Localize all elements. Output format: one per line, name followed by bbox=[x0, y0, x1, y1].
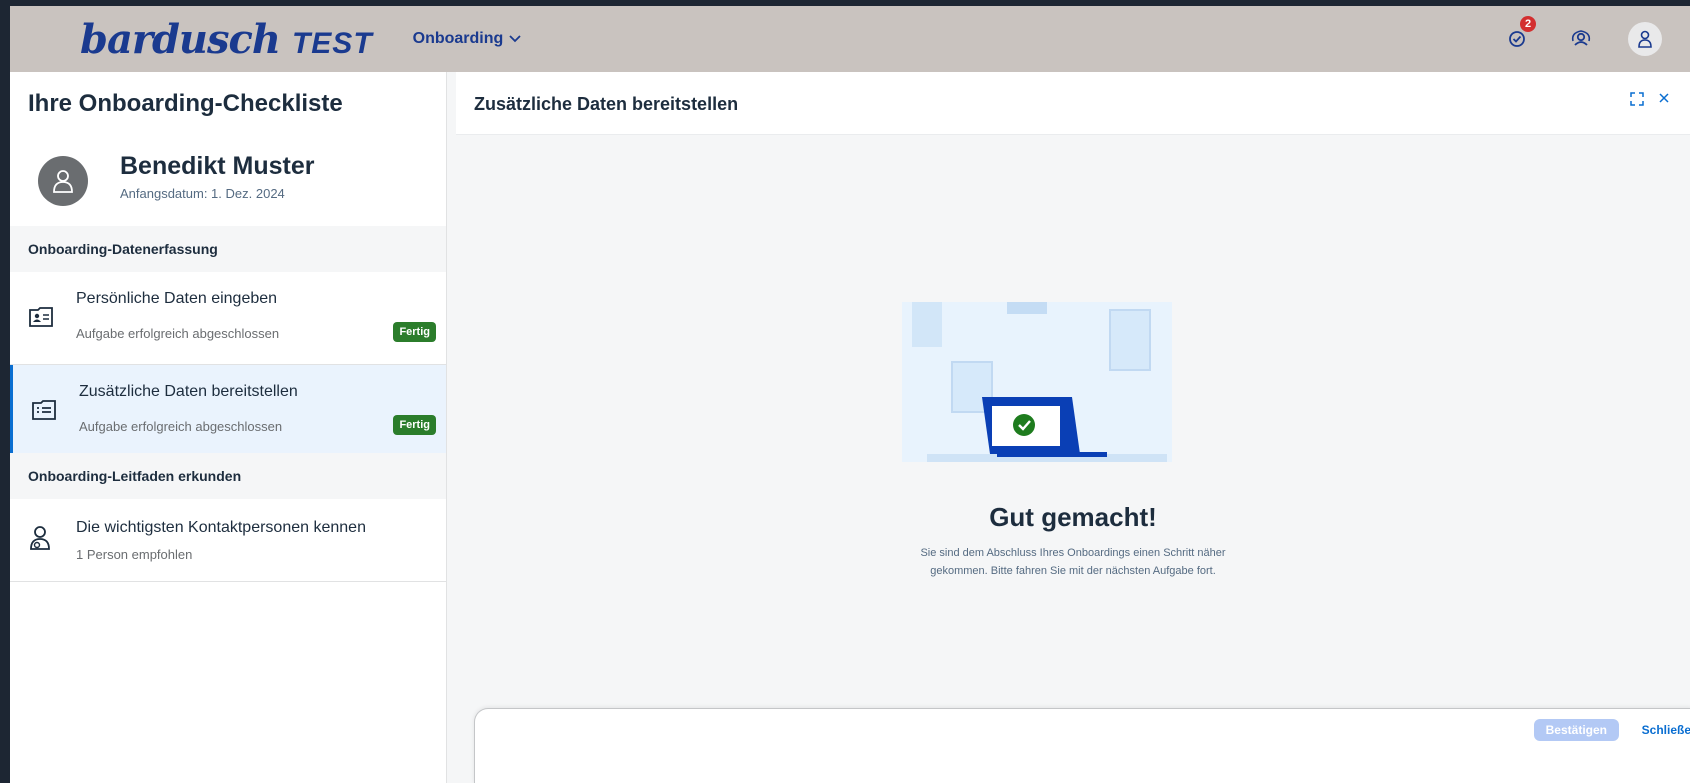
onboarding-menu-button[interactable]: Onboarding bbox=[413, 30, 522, 48]
task-check-icon bbox=[1509, 31, 1525, 47]
success-message-line: Sie sind dem Abschluss Ihres Onboardings… bbox=[920, 547, 1226, 559]
success-illustration bbox=[902, 302, 1172, 462]
detail-title: Zusätzliche Daten bereitstellen bbox=[474, 94, 739, 114]
checklist-panel: Ihre Onboarding-Checkliste Benedikt Must… bbox=[10, 72, 447, 783]
detail-header-actions bbox=[1630, 92, 1670, 106]
help-button[interactable] bbox=[1564, 22, 1598, 56]
checklist-item-title: Persönliche Daten eingeben bbox=[76, 290, 278, 307]
detail-header: Zusätzliche Daten bereitstellen bbox=[456, 72, 1690, 135]
shell-actions: 2 bbox=[1500, 16, 1662, 56]
profile-avatar bbox=[38, 156, 88, 206]
checklist-item-title: Zusätzliche Daten bereitstellen bbox=[79, 383, 298, 400]
checklist-item-subtitle: Aufgabe erfolgreich abgeschlossen bbox=[76, 326, 280, 341]
close-icon[interactable] bbox=[1658, 92, 1670, 104]
checklist-item-subtitle: 1 Person empfohlen bbox=[76, 547, 193, 562]
status-badge: Fertig bbox=[393, 415, 436, 435]
user-icon bbox=[1638, 30, 1652, 48]
logo-environment: TEST bbox=[291, 26, 373, 60]
confirm-button[interactable]: Bestätigen bbox=[1533, 719, 1619, 741]
success-message-line: gekommen. Bitte fahren Sie mit der nächs… bbox=[930, 565, 1216, 577]
section-label: Onboarding-Leitfaden erkunden bbox=[28, 468, 242, 484]
section-header-data-collection: Onboarding-Datenerfassung bbox=[10, 226, 446, 273]
logo-wordmark: bardusch bbox=[80, 15, 281, 63]
checklist-item-subtitle: Aufgabe erfolgreich abgeschlossen bbox=[79, 419, 283, 434]
checklist-item-contacts[interactable]: Die wichtigsten Kontaktpersonen kennen 1… bbox=[10, 499, 446, 582]
checklist-item-title: Die wichtigsten Kontaktpersonen kennen bbox=[76, 519, 366, 536]
chevron-down-icon bbox=[509, 35, 521, 43]
notification-badge: 2 bbox=[1520, 16, 1536, 32]
folder-list-icon bbox=[32, 400, 56, 420]
contact-card-icon bbox=[29, 307, 53, 327]
success-message: Sie sind dem Abschluss Ihres Onboardings… bbox=[456, 544, 1690, 580]
section-header-guide: Onboarding-Leitfaden erkunden bbox=[10, 453, 446, 500]
contact-person-icon bbox=[30, 526, 50, 550]
checklist-title: Ihre Onboarding-Checkliste bbox=[28, 90, 343, 117]
user-avatar-button[interactable] bbox=[1628, 22, 1662, 56]
app-frame: bardusch TEST Onboarding 2 Ihre Onboardi… bbox=[10, 6, 1690, 783]
success-heading: Gut gemacht! bbox=[989, 502, 1157, 532]
company-logo[interactable]: bardusch TEST bbox=[80, 16, 373, 63]
tasks-button[interactable]: 2 bbox=[1500, 16, 1536, 56]
chat-person-icon bbox=[1571, 30, 1591, 46]
detail-panel: Zusätzliche Daten bereitstellen Gut gema… bbox=[456, 72, 1690, 783]
profile-name: Benedikt Muster bbox=[120, 152, 315, 180]
fullscreen-icon[interactable] bbox=[1630, 92, 1644, 106]
onboarding-menu-label: Onboarding bbox=[412, 30, 504, 47]
section-label: Onboarding-Datenerfassung bbox=[28, 241, 218, 257]
close-button[interactable]: Schließe bbox=[1642, 723, 1690, 737]
status-badge: Fertig bbox=[393, 322, 436, 342]
profile-start-date: Anfangsdatum: 1. Dez. 2024 bbox=[120, 186, 285, 201]
shell-bar: bardusch TEST Onboarding 2 bbox=[10, 6, 1690, 72]
user-icon bbox=[53, 170, 73, 193]
checklist-item-personal-data[interactable]: Persönliche Daten eingeben Aufgabe erfol… bbox=[10, 272, 446, 365]
footer-toolbar: Bestätigen Schließe bbox=[474, 708, 1690, 783]
checklist-item-additional-data[interactable]: Zusätzliche Daten bereitstellen Aufgabe … bbox=[10, 365, 446, 459]
